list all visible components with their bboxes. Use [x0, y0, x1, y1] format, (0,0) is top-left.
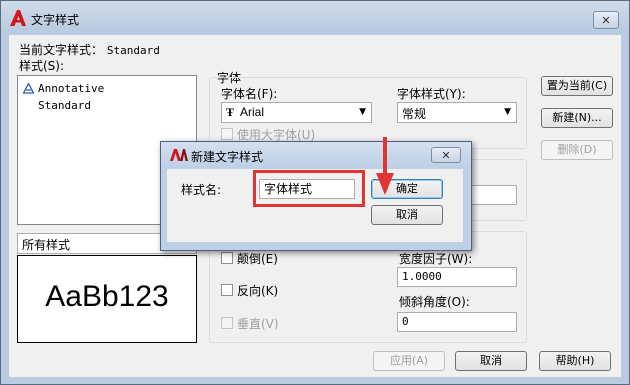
- close-button[interactable]: ✕: [593, 11, 619, 29]
- title-bar: 文字样式 ✕: [1, 1, 629, 35]
- font-name-value: Arial: [240, 105, 265, 119]
- autocad-logo-icon: [10, 10, 26, 26]
- backwards-label: 反向(K): [237, 284, 279, 298]
- upside-down-checkbox[interactable]: [221, 252, 233, 264]
- oblique-angle-field[interactable]: 0: [397, 312, 517, 332]
- list-item[interactable]: Standard: [38, 98, 91, 114]
- style-filter-value: 所有样式: [22, 238, 71, 252]
- new-style-dialog-body: 样式名: 字体样式 确定 取消: [167, 169, 463, 242]
- font-name-combo[interactable]: Ŧ Arial ▼: [221, 102, 372, 123]
- chevron-down-icon: ▼: [504, 107, 511, 117]
- upside-down-label: 颠倒(E): [237, 252, 278, 266]
- set-current-button[interactable]: 置为当前(C): [541, 76, 613, 96]
- close-icon: ✕: [601, 14, 611, 27]
- font-style-label: 字体样式(Y):: [397, 87, 466, 101]
- new-style-button[interactable]: 新建(N)...: [541, 108, 613, 128]
- highlight-box: [253, 170, 365, 207]
- font-name-label: 字体名(F):: [221, 87, 278, 101]
- truetype-icon: Ŧ: [226, 105, 235, 119]
- use-bigfont-checkbox[interactable]: [221, 128, 233, 140]
- new-style-cancel-button[interactable]: 取消: [371, 205, 443, 225]
- close-icon: ✕: [441, 149, 451, 162]
- apply-button[interactable]: 应用(A): [373, 351, 445, 371]
- vertical-label: 垂直(V): [237, 317, 279, 331]
- new-style-close-button[interactable]: ✕: [431, 147, 461, 163]
- current-style-line: 当前文字样式： Standard: [19, 41, 160, 58]
- delete-style-button[interactable]: 删除(D): [541, 140, 613, 160]
- current-style-value: Standard: [106, 44, 160, 57]
- vertical-checkbox[interactable]: [221, 317, 233, 329]
- cancel-button[interactable]: 取消: [455, 351, 527, 371]
- oblique-angle-label: 倾斜角度(O):: [399, 295, 470, 309]
- preview-box: AaBb123: [17, 255, 197, 343]
- width-factor-label: 宽度因子(W):: [399, 252, 473, 266]
- list-item-label: Standard: [38, 99, 91, 112]
- new-text-style-dialog: 新建文字样式 ✕ 样式名: 字体样式 确定 取消: [160, 141, 472, 251]
- preview-text: AaBb123: [45, 280, 169, 313]
- help-button[interactable]: 帮助(H): [539, 351, 611, 371]
- styles-list-label: 样式(S):: [19, 59, 65, 73]
- font-style-value: 常规: [402, 107, 427, 121]
- new-style-dialog-title: 新建文字样式: [191, 150, 264, 164]
- font-style-combo[interactable]: 常规 ▼: [397, 102, 517, 123]
- current-style-label: 当前文字样式：: [19, 43, 104, 57]
- backwards-checkbox[interactable]: [221, 284, 233, 296]
- style-name-label: 样式名:: [181, 183, 222, 197]
- text-style-dialog: 文字样式 ✕ 当前文字样式： Standard 样式(S): Annotativ…: [0, 0, 630, 385]
- width-factor-field[interactable]: 1.0000: [397, 267, 517, 287]
- annotative-icon: [23, 83, 34, 94]
- autocad-small-logo-icon: [170, 149, 188, 161]
- red-arrow-icon: [376, 137, 394, 195]
- list-item-label: Annotative: [38, 82, 105, 95]
- chevron-down-icon: ▼: [359, 107, 366, 117]
- window-title: 文字样式: [31, 13, 80, 27]
